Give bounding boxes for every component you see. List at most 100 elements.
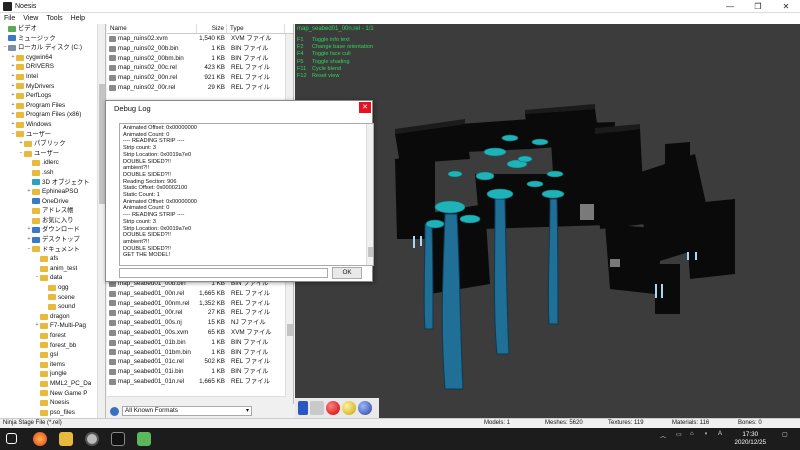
explorer-icon[interactable] xyxy=(59,432,73,446)
file-row[interactable]: map_seabed01_01bm.bin 1 KB BIN ファイル xyxy=(107,348,293,358)
tree-item[interactable]: forest xyxy=(0,331,105,341)
menu-file[interactable]: File xyxy=(0,15,19,22)
image-app-icon[interactable] xyxy=(137,432,151,446)
tree-item-label: Program Files xyxy=(26,101,66,109)
tree-item[interactable]: anim_test xyxy=(0,264,105,274)
red-sphere-icon[interactable] xyxy=(326,401,340,415)
file-type: REL ファイル xyxy=(231,377,270,385)
status-bar: Ninja Stage File (*.rel) Models: 1 Meshe… xyxy=(0,418,800,428)
tree-item[interactable]: ミュージック xyxy=(0,34,105,44)
file-row[interactable]: map_seabed01_00s.nj 15 KB NJ ファイル xyxy=(107,318,293,328)
tree-item[interactable]: − ドキュメント xyxy=(0,245,105,255)
tree-item[interactable]: + ダウンロード xyxy=(0,225,105,235)
tree-item[interactable]: jungle xyxy=(0,369,105,379)
tree-item[interactable]: scene xyxy=(0,293,105,303)
file-row[interactable]: map_seabed01_01b.bin 1 KB BIN ファイル xyxy=(107,338,293,348)
minimize-button[interactable]: — xyxy=(716,0,744,13)
tree-item[interactable]: + EphineaPSO xyxy=(0,187,105,197)
tree-item[interactable]: ビデオ xyxy=(0,24,105,34)
debug-command-input[interactable] xyxy=(119,268,328,278)
tray-network-icon[interactable]: ⌂ xyxy=(690,431,694,437)
tree-item[interactable]: − ローカル ディスク (C:) xyxy=(0,43,105,53)
column-name[interactable]: Name xyxy=(107,24,197,33)
file-list-hscrollbar[interactable] xyxy=(107,396,286,404)
column-type[interactable]: Type xyxy=(227,24,285,33)
tree-item[interactable]: .ssh xyxy=(0,168,105,178)
file-row[interactable]: map_ruins02_00n.rel 921 KB REL ファイル xyxy=(107,73,293,83)
tree-item[interactable]: forest_bb xyxy=(0,341,105,351)
tree-item[interactable]: gsl xyxy=(0,350,105,360)
file-row[interactable]: map_seabed01_01i.bin 1 KB BIN ファイル xyxy=(107,367,293,377)
maximize-button[interactable]: ❐ xyxy=(744,0,772,13)
tree-item[interactable]: + DRIVERS xyxy=(0,62,105,72)
tree-item[interactable]: + cygwin64 xyxy=(0,53,105,63)
tree-item[interactable]: + PerfLogs xyxy=(0,91,105,101)
tree-item[interactable]: − data xyxy=(0,273,105,283)
taskbar-clock[interactable]: 17:30 2020/12/25 xyxy=(734,431,766,447)
log-scrollbar[interactable] xyxy=(366,124,373,265)
file-row[interactable]: map_seabed01_00s.xvm 65 KB XVM ファイル xyxy=(107,328,293,338)
tree-item[interactable]: + F7-Multi-Pag xyxy=(0,321,105,331)
tree-item[interactable]: 3D オブジェクト xyxy=(0,178,105,188)
menu-help[interactable]: Help xyxy=(67,15,89,22)
debug-log-text[interactable]: Animated Offset: 0x00000000 Animated Coun… xyxy=(119,123,374,266)
file-row[interactable]: map_ruins02_00r.rel 29 KB REL ファイル xyxy=(107,83,293,93)
tree-item[interactable]: + Program Files (x86) xyxy=(0,110,105,120)
file-row[interactable]: map_ruins02_00c.rel 423 KB REL ファイル xyxy=(107,63,293,73)
yellow-sphere-icon[interactable] xyxy=(342,401,356,415)
tree-item[interactable]: OneDrive xyxy=(0,197,105,207)
file-row[interactable]: map_seabed01_00n.rel 1,665 KB REL ファイル xyxy=(107,289,293,299)
tree-item[interactable]: dragon xyxy=(0,312,105,322)
tray-ime-label[interactable]: A xyxy=(718,431,722,437)
tree-item[interactable]: sound xyxy=(0,302,105,312)
blue-sphere-icon[interactable] xyxy=(358,401,372,415)
tree-item[interactable]: items xyxy=(0,360,105,370)
file-row[interactable]: map_ruins02_00b.bin 1 KB BIN ファイル xyxy=(107,44,293,54)
tray-chevron-icon[interactable]: ︿ xyxy=(660,431,666,440)
tray-volume-icon[interactable]: ◖ xyxy=(704,431,708,437)
tree-item[interactable]: + デスクトップ xyxy=(0,235,105,245)
firefox-icon[interactable] xyxy=(33,432,47,446)
tree-item[interactable]: .idlerc xyxy=(0,158,105,168)
file-row[interactable]: map_seabed01_00nm.rel 1,352 KB REL ファイル xyxy=(107,299,293,309)
tree-item[interactable]: + Intel xyxy=(0,72,105,82)
tree-item[interactable]: + パブリック xyxy=(0,139,105,149)
menu-tools[interactable]: Tools xyxy=(42,15,66,22)
notification-icon[interactable]: ▢ xyxy=(782,431,788,438)
terminal-icon[interactable] xyxy=(111,432,125,446)
tree-item[interactable]: pso_files xyxy=(0,408,105,418)
hotkey-line: F11 Cycle blend xyxy=(297,66,373,73)
dialog-close-button[interactable]: ✕ xyxy=(359,102,371,113)
tree-item[interactable]: アドレス帳 xyxy=(0,206,105,216)
tree-item[interactable]: お気に入り xyxy=(0,216,105,226)
format-dropdown[interactable]: All Known Formats xyxy=(122,406,252,416)
close-window-button[interactable]: ✕ xyxy=(772,0,800,13)
tree-item[interactable]: Noesis xyxy=(0,398,105,408)
tree-item[interactable]: + Program Files xyxy=(0,101,105,111)
column-size[interactable]: Size xyxy=(197,24,227,33)
menu-view[interactable]: View xyxy=(19,15,42,22)
ok-button[interactable]: OK xyxy=(332,267,362,279)
tree-item[interactable]: + MyDrivers xyxy=(0,82,105,92)
folder-tree[interactable]: ビデオ ミュージック − ローカル ディスク (C:) + cygwin64 + DRIVER… xyxy=(0,24,106,418)
skeleton-icon[interactable] xyxy=(310,401,324,415)
tree-item[interactable]: + Windows xyxy=(0,120,105,130)
file-row[interactable]: map_seabed01_01n.rel 1,665 KB REL ファイル xyxy=(107,377,293,387)
file-row[interactable]: map_seabed01_00r.rel 27 KB REL ファイル xyxy=(107,308,293,318)
noesis-taskbar-icon[interactable] xyxy=(85,432,99,446)
tree-item[interactable]: New Game P xyxy=(0,389,105,399)
file-row[interactable]: map_ruins02.xvm 1,540 KB XVM ファイル xyxy=(107,34,293,44)
info-icon[interactable] xyxy=(298,401,308,415)
file-name: map_ruins02_00c.rel xyxy=(118,64,177,72)
tree-item[interactable]: MML2_PC_Da xyxy=(0,379,105,389)
tree-item[interactable]: afs xyxy=(0,254,105,264)
file-row[interactable]: map_ruins02_00bm.bin 1 KB BIN ファイル xyxy=(107,54,293,64)
tree-scrollbar[interactable] xyxy=(97,24,105,418)
file-row[interactable]: map_seabed01_01c.rel 502 KB REL ファイル xyxy=(107,357,293,367)
tree-item[interactable]: ogg xyxy=(0,283,105,293)
tree-item[interactable]: − ユーザー xyxy=(0,149,105,159)
file-name: map_ruins02_00b.bin xyxy=(118,44,179,52)
start-icon[interactable] xyxy=(6,433,17,444)
file-name: map_seabed01_00n.rel xyxy=(118,289,185,297)
tree-item[interactable]: − ユーザー xyxy=(0,130,105,140)
